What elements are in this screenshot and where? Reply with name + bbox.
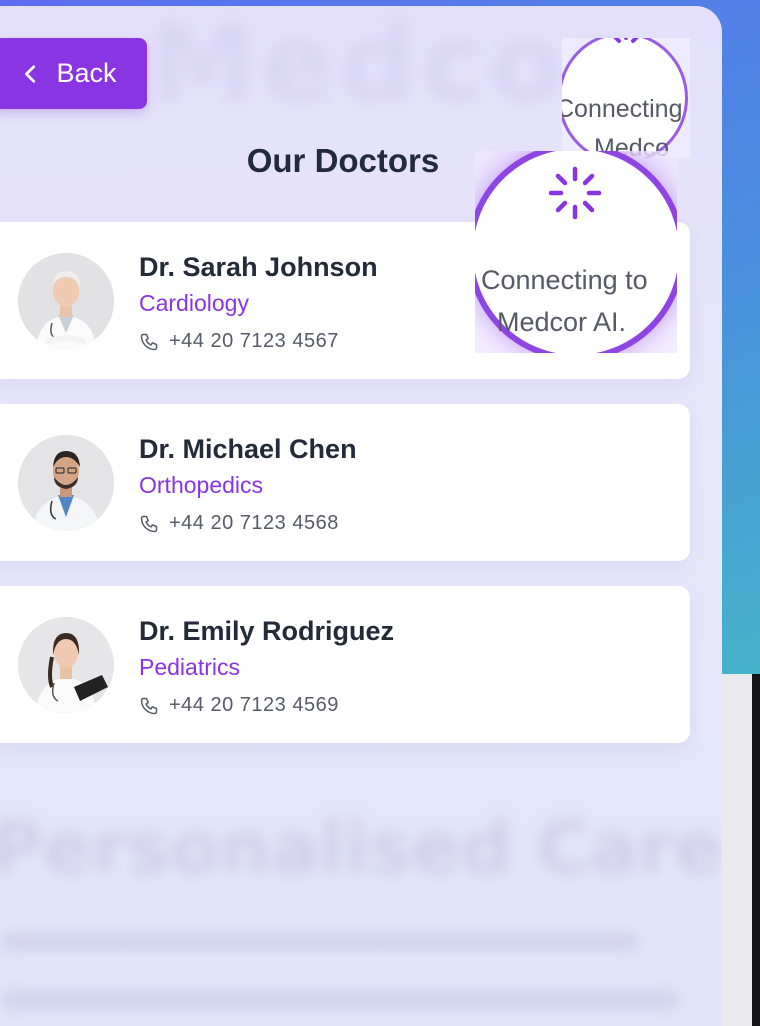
doctor-phone-number: +44 20 7123 4567 — [169, 330, 339, 352]
background-text-line — [0, 990, 680, 1010]
doctor-name: Dr. Sarah Johnson — [139, 252, 378, 282]
doctor-card[interactable]: Dr. Emily Rodriguez Pediatrics +44 20 71… — [0, 586, 690, 743]
background-section-heading: Personalised Care — [0, 806, 722, 890]
back-button-label: Back — [56, 58, 117, 88]
doctor-avatar — [18, 253, 114, 349]
spinner-icon — [613, 38, 639, 43]
doctor-specialty: Orthopedics — [139, 472, 264, 498]
spinner-icon — [548, 166, 602, 220]
background-text-line — [0, 932, 640, 952]
chevron-left-icon — [25, 64, 36, 83]
doctor-specialty: Cardiology — [139, 290, 249, 316]
doctor-avatar — [18, 617, 114, 713]
doctor-card[interactable]: Dr. Michael Chen Orthopedics +44 20 7123… — [0, 404, 690, 561]
connecting-loader-large: Connecting to Medcor AI. — [475, 151, 677, 353]
doctor-phone-number: +44 20 7123 4568 — [169, 512, 339, 534]
loader-text-line1: Connecting — [562, 95, 683, 123]
doctor-phone[interactable]: +44 20 7123 4569 — [139, 694, 339, 717]
doctor-avatar — [18, 435, 114, 531]
phone-icon — [140, 333, 158, 350]
background-strip — [752, 674, 760, 1026]
phone-icon — [140, 697, 158, 714]
doctor-name: Dr. Michael Chen — [139, 434, 357, 464]
doctor-name: Dr. Emily Rodriguez — [139, 616, 395, 646]
doctor-specialty: Pediatrics — [139, 654, 240, 680]
loader-text-line2: Medcor AI. — [497, 307, 627, 337]
back-button[interactable]: Back — [0, 38, 147, 109]
loader-text-line1: Connecting to — [481, 265, 648, 295]
phone-icon — [140, 515, 158, 532]
doctor-phone-number: +44 20 7123 4569 — [169, 694, 339, 716]
doctor-phone[interactable]: +44 20 7123 4568 — [139, 512, 339, 535]
connecting-loader-small: Connecting Medco — [562, 38, 690, 158]
background-brand-text: Medcor — [150, 6, 628, 125]
doctor-phone[interactable]: +44 20 7123 4567 — [139, 330, 339, 353]
